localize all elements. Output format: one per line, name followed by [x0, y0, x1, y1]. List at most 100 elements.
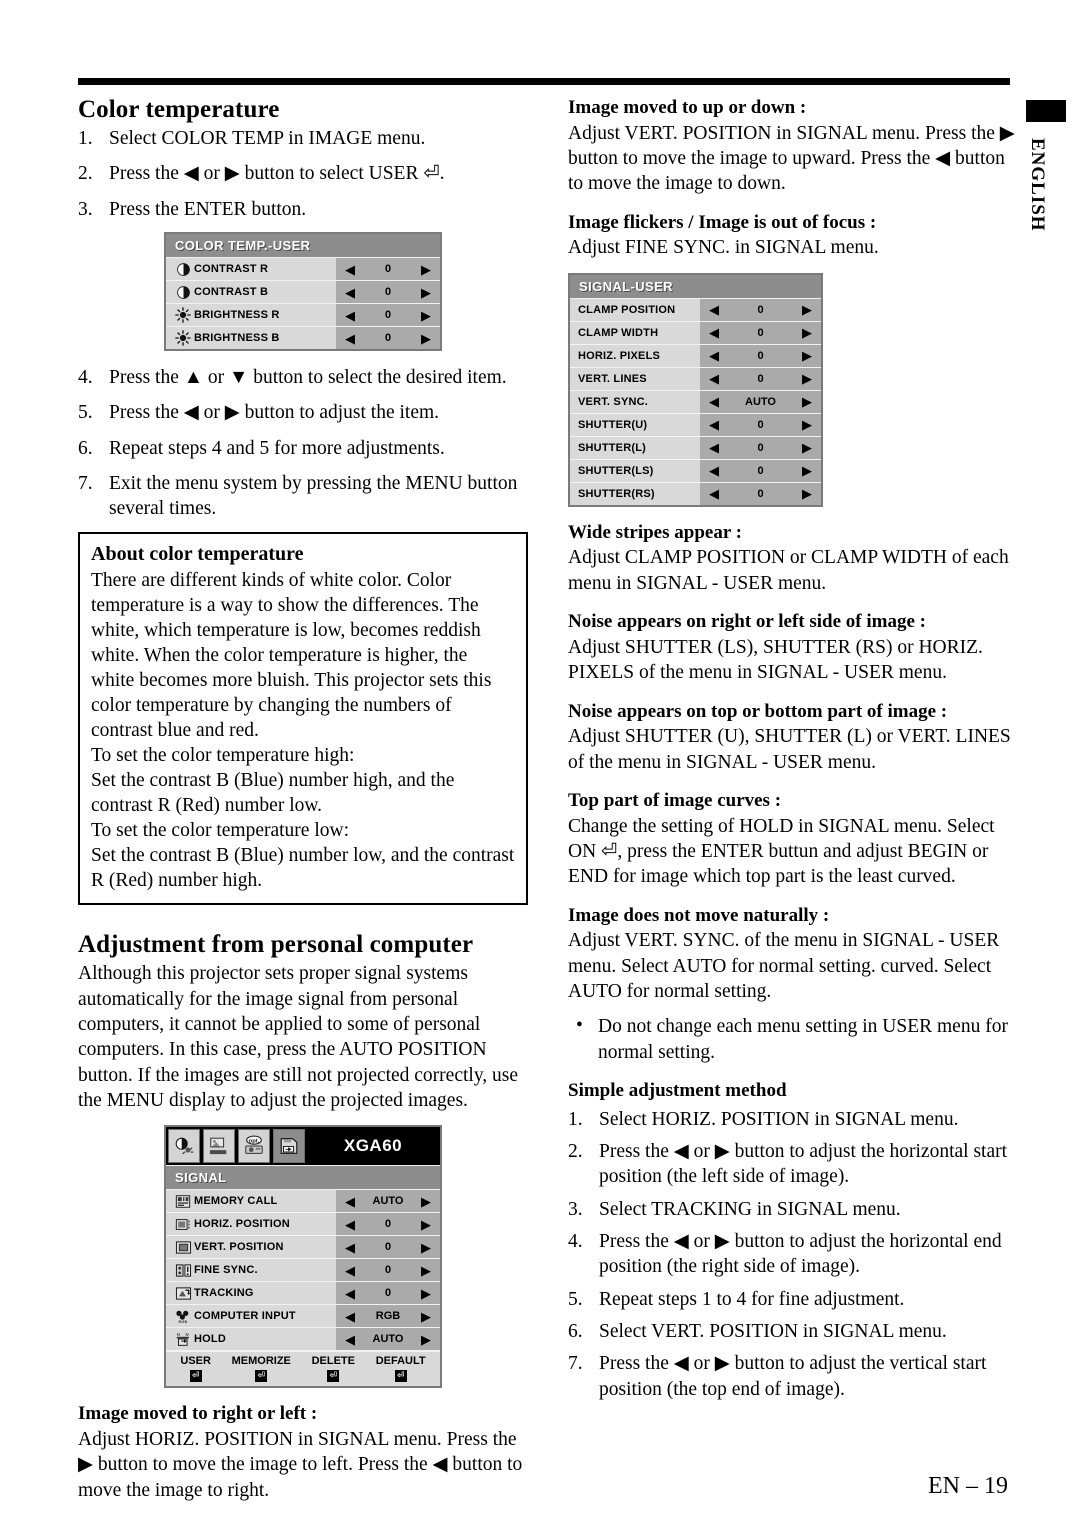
menu-footer-buttons[interactable]: USER ⏎ MEMORIZE ⏎ DELETE ⏎ DEFAULT ⏎ — [166, 1351, 440, 1387]
decrement-arrow-icon[interactable]: ◀ — [709, 303, 719, 316]
list-item: 2. Press the ◀ or ▶ button to select USER… — [78, 161, 528, 186]
decrement-arrow-icon[interactable]: ◀ — [709, 349, 719, 362]
menu-row-memory-call[interactable]: MEMORY CALL ◀ AUTO ▶ — [166, 1190, 440, 1214]
menu-row-contrast-r[interactable]: CONTRAST R ◀ 0 ▶ — [166, 258, 440, 282]
increment-arrow-icon[interactable]: ▶ — [802, 441, 812, 454]
menu-row-horiz-position[interactable]: HORIZ. POSITION ◀ 0 ▶ — [166, 1213, 440, 1237]
menu-row-clamp-width[interactable]: CLAMP WIDTH ◀ 0 ▶ — [570, 321, 821, 345]
increment-arrow-icon[interactable]: ▶ — [802, 303, 812, 316]
decrement-arrow-icon[interactable]: ◀ — [345, 286, 355, 299]
decrement-arrow-icon[interactable]: ◀ — [345, 309, 355, 322]
increment-arrow-icon[interactable]: ▶ — [421, 1333, 431, 1346]
menu-row-shutter-u[interactable]: SHUTTER(U) ◀ 0 ▶ — [570, 413, 821, 437]
option-tab-icon[interactable]: opt. — [238, 1129, 270, 1164]
menu-row-value-cell[interactable]: ◀ 0 ▶ — [336, 281, 440, 304]
screen-tab-icon[interactable] — [203, 1129, 235, 1164]
decrement-arrow-icon[interactable]: ◀ — [709, 464, 719, 477]
menu-row-value-cell[interactable]: ◀ AUTO ▶ — [336, 1190, 440, 1213]
menu-item-value: 0 — [384, 1218, 392, 1231]
menu-row-horiz-pixels[interactable]: HORIZ. PIXELS ◀ 0 ▶ — [570, 344, 821, 368]
user-button[interactable]: USER ⏎ — [180, 1355, 211, 1383]
decrement-arrow-icon[interactable]: ◀ — [345, 1287, 355, 1300]
menu-row-value-cell[interactable]: ◀ 0 ▶ — [336, 1236, 440, 1259]
menu-row-vert-position[interactable]: VERT. POSITION ◀ 0 ▶ — [166, 1236, 440, 1260]
increment-arrow-icon[interactable]: ▶ — [421, 1241, 431, 1254]
menu-row-value-cell[interactable]: ◀ AUTO ▶ — [700, 390, 821, 413]
decrement-arrow-icon[interactable]: ◀ — [345, 332, 355, 345]
image-tab-icon[interactable] — [168, 1129, 200, 1164]
menu-row-value-cell[interactable]: ◀ 0 ▶ — [700, 459, 821, 482]
step-text: Press the ◀ or ▶ button to adjust the it… — [109, 402, 440, 424]
decrement-arrow-icon[interactable]: ◀ — [709, 487, 719, 500]
increment-arrow-icon[interactable]: ▶ — [421, 1264, 431, 1277]
menu-row-shutter-l[interactable]: SHUTTER(L) ◀ 0 ▶ — [570, 436, 821, 460]
menu-row-value-cell[interactable]: ◀ 0 ▶ — [700, 367, 821, 390]
increment-arrow-icon[interactable]: ▶ — [802, 395, 812, 408]
menu-row-value-cell[interactable]: ◀ 0 ▶ — [700, 482, 821, 505]
signal-user-menu[interactable]: SIGNAL-USER CLAMP POSITION ◀ 0 ▶ CLAMP W… — [568, 272, 823, 507]
increment-arrow-icon[interactable]: ▶ — [421, 1218, 431, 1231]
decrement-arrow-icon[interactable]: ◀ — [345, 1333, 355, 1346]
increment-arrow-icon[interactable]: ▶ — [802, 487, 812, 500]
menu-row-brightness-r[interactable]: BRIGHTNESS R ◀ 0 ▶ — [166, 304, 440, 328]
increment-arrow-icon[interactable]: ▶ — [421, 309, 431, 322]
delete-button[interactable]: DELETE ⏎ — [312, 1355, 355, 1383]
decrement-arrow-icon[interactable]: ◀ — [345, 1241, 355, 1254]
menu-row-value-cell[interactable]: ◀ AUTO ▶ — [336, 1328, 440, 1351]
decrement-arrow-icon[interactable]: ◀ — [709, 372, 719, 385]
decrement-arrow-icon[interactable]: ◀ — [709, 418, 719, 431]
menu-row-value-cell[interactable]: ◀ 0 ▶ — [700, 321, 821, 344]
increment-arrow-icon[interactable]: ▶ — [421, 1310, 431, 1323]
menu-row-value-cell[interactable]: ◀ 0 ▶ — [700, 298, 821, 321]
decrement-arrow-icon[interactable]: ◀ — [345, 263, 355, 276]
decrement-arrow-icon[interactable]: ◀ — [709, 395, 719, 408]
increment-arrow-icon[interactable]: ▶ — [802, 349, 812, 362]
increment-arrow-icon[interactable]: ▶ — [421, 1287, 431, 1300]
menu-row-value-cell[interactable]: ◀ RGB ▶ — [336, 1305, 440, 1328]
increment-arrow-icon[interactable]: ▶ — [802, 326, 812, 339]
decrement-arrow-icon[interactable]: ◀ — [345, 1264, 355, 1277]
menu-row-tracking[interactable]: TRACKING ◀ 0 ▶ — [166, 1282, 440, 1306]
menu-row-shutter-ls[interactable]: SHUTTER(LS) ◀ 0 ▶ — [570, 459, 821, 483]
menu-tab-bar[interactable]: opt. XGA60 — [166, 1127, 440, 1167]
menu-row-contrast-b[interactable]: CONTRAST B ◀ 0 ▶ — [166, 281, 440, 305]
menu-row-value-cell[interactable]: ◀ 0 ▶ — [336, 1213, 440, 1236]
decrement-arrow-icon[interactable]: ◀ — [345, 1195, 355, 1208]
signal-tab-icon[interactable] — [273, 1129, 305, 1164]
menu-row-shutter-rs[interactable]: SHUTTER(RS) ◀ 0 ▶ — [570, 482, 821, 505]
default-button[interactable]: DEFAULT ⏎ — [376, 1355, 426, 1383]
signal-menu[interactable]: opt. XGA60 SIGNAL MEMORY CALL ◀ AUTO ▶ H… — [164, 1125, 442, 1389]
menu-row-value-cell[interactable]: ◀ 0 ▶ — [336, 1259, 440, 1282]
decrement-arrow-icon[interactable]: ◀ — [709, 326, 719, 339]
body-top-part-curves: Change the setting of HOLD in SIGNAL men… — [568, 815, 995, 888]
menu-row-value-cell[interactable]: ◀ 0 ▶ — [700, 413, 821, 436]
menu-row-clamp-position[interactable]: CLAMP POSITION ◀ 0 ▶ — [570, 298, 821, 322]
increment-arrow-icon[interactable]: ▶ — [802, 464, 812, 477]
step-number: 5. — [78, 402, 93, 424]
menu-row-computer-input[interactable]: RGB COMPUTER INPUT ◀ RGB ▶ — [166, 1305, 440, 1329]
menu-row-label-cell: CONTRAST B — [166, 281, 336, 304]
menu-row-value-cell[interactable]: ◀ 0 ▶ — [336, 1282, 440, 1305]
increment-arrow-icon[interactable]: ▶ — [421, 1195, 431, 1208]
menu-row-fine-sync[interactable]: FINE SYNC. ◀ 0 ▶ — [166, 1259, 440, 1283]
decrement-arrow-icon[interactable]: ◀ — [345, 1218, 355, 1231]
menu-item-value: 0 — [757, 372, 764, 385]
menu-row-value-cell[interactable]: ◀ 0 ▶ — [336, 304, 440, 327]
memorize-button[interactable]: MEMORIZE ⏎ — [232, 1355, 291, 1383]
decrement-arrow-icon[interactable]: ◀ — [345, 1310, 355, 1323]
increment-arrow-icon[interactable]: ▶ — [421, 263, 431, 276]
menu-row-vert-lines[interactable]: VERT. LINES ◀ 0 ▶ — [570, 367, 821, 391]
menu-row-value-cell[interactable]: ◀ 0 ▶ — [700, 344, 821, 367]
decrement-arrow-icon[interactable]: ◀ — [709, 441, 719, 454]
menu-row-brightness-b[interactable]: BRIGHTNESS B ◀ 0 ▶ — [166, 327, 440, 350]
increment-arrow-icon[interactable]: ▶ — [802, 372, 812, 385]
menu-row-hold[interactable]: HOLD ◀ AUTO ▶ — [166, 1328, 440, 1352]
increment-arrow-icon[interactable]: ▶ — [421, 332, 431, 345]
menu-row-vert-sync[interactable]: VERT. SYNC. ◀ AUTO ▶ — [570, 390, 821, 414]
menu-row-value-cell[interactable]: ◀ 0 ▶ — [336, 258, 440, 281]
menu-row-value-cell[interactable]: ◀ 0 ▶ — [336, 327, 440, 350]
increment-arrow-icon[interactable]: ▶ — [421, 286, 431, 299]
increment-arrow-icon[interactable]: ▶ — [802, 418, 812, 431]
color-temp-user-menu[interactable]: COLOR TEMP.-USER CONTRAST R ◀ 0 ▶ CONTRA… — [164, 232, 442, 352]
menu-row-value-cell[interactable]: ◀ 0 ▶ — [700, 436, 821, 459]
